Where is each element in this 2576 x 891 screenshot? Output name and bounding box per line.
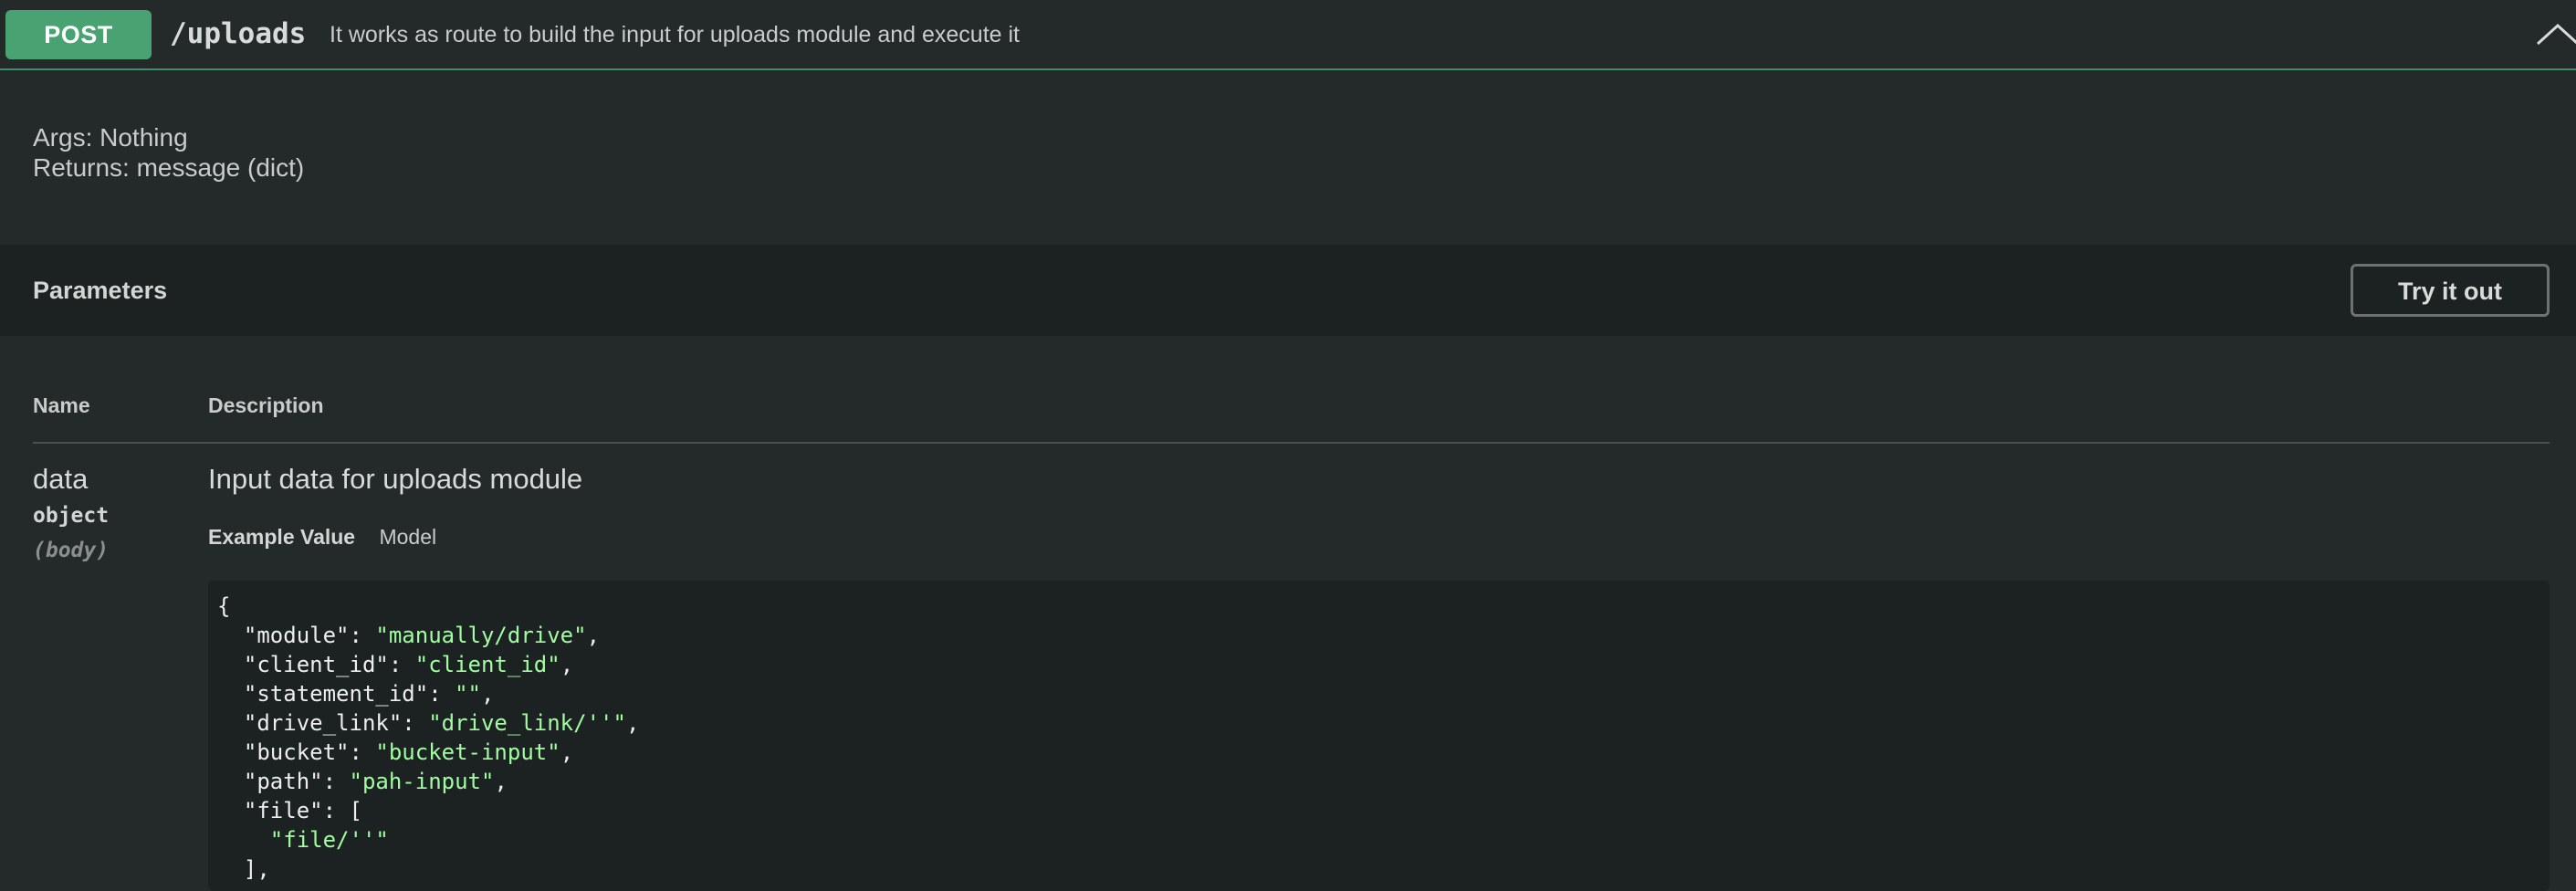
code-text: , xyxy=(586,623,601,648)
code-text: , xyxy=(560,652,574,677)
code-text: "client_id": xyxy=(217,652,415,677)
code-line: "drive_link": "drive_link/''", xyxy=(217,708,2550,738)
try-it-out-button[interactable]: Try it out xyxy=(2351,264,2550,317)
method-badge: POST xyxy=(5,10,152,59)
code-line: "file/''" xyxy=(217,825,2550,854)
parameters-header: Parameters Try it out xyxy=(0,245,2576,336)
endpoint-path: /uploads xyxy=(170,17,307,50)
parameters-title: Parameters xyxy=(33,277,168,304)
code-text: "statement_id": xyxy=(217,681,456,707)
code-string-value: "drive_link/''" xyxy=(428,710,626,736)
table-divider xyxy=(33,442,2550,444)
column-header-name: Name xyxy=(33,393,90,417)
code-string-value: "file/''" xyxy=(269,827,389,853)
tab-example-value[interactable]: Example Value xyxy=(208,525,355,549)
code-string-value: "bucket-input" xyxy=(375,739,560,765)
code-line: "statement_id": "", xyxy=(217,679,2550,708)
collapse-button[interactable] xyxy=(2530,16,2576,53)
example-json-code[interactable]: { "module": "manually/drive", "client_id… xyxy=(208,581,2550,891)
code-line: "module": "manually/drive", xyxy=(217,621,2550,650)
code-text: "path": xyxy=(217,769,350,794)
code-line: "bucket": "bucket-input", xyxy=(217,738,2550,767)
code-line: { xyxy=(217,592,2550,621)
code-string-value: "" xyxy=(455,681,481,707)
parameter-type: object xyxy=(33,504,110,528)
code-line: "client_id": "client_id", xyxy=(217,650,2550,679)
code-line: ], xyxy=(217,854,2550,884)
code-text: , xyxy=(494,769,508,794)
tab-model[interactable]: Model xyxy=(379,525,436,549)
description-returns: Returns: message (dict) xyxy=(33,153,305,182)
code-text: , xyxy=(560,739,574,765)
parameter-description: Input data for uploads module xyxy=(208,463,583,495)
parameter-location: (body) xyxy=(33,539,110,562)
code-text: "module": xyxy=(217,623,376,648)
code-string-value: "client_id" xyxy=(414,652,560,677)
code-text: ], xyxy=(217,856,270,882)
code-text: "bucket": xyxy=(217,739,376,765)
code-line: "file": [ xyxy=(217,796,2550,825)
example-tabs: Example Value Model xyxy=(208,522,436,551)
operation-description: Args: Nothing Returns: message (dict) xyxy=(33,122,304,183)
code-line: "path": "pah-input", xyxy=(217,767,2550,796)
code-text: , xyxy=(625,710,640,736)
code-text: { xyxy=(217,593,231,619)
code-text: "file": [ xyxy=(217,798,362,823)
description-args: Args: Nothing xyxy=(33,123,188,152)
code-string-value: "manually/drive" xyxy=(375,623,587,648)
column-header-description: Description xyxy=(208,393,324,417)
endpoint-summary: It works as route to build the input for… xyxy=(330,22,1021,47)
operation-header[interactable]: POST /uploads It works as route to build… xyxy=(0,0,2576,70)
code-text: , xyxy=(481,681,495,707)
code-text: "drive_link": xyxy=(217,710,429,736)
chevron-up-icon xyxy=(2536,23,2576,46)
parameter-name: data xyxy=(33,463,89,495)
code-string-value: "pah-input" xyxy=(349,769,495,794)
